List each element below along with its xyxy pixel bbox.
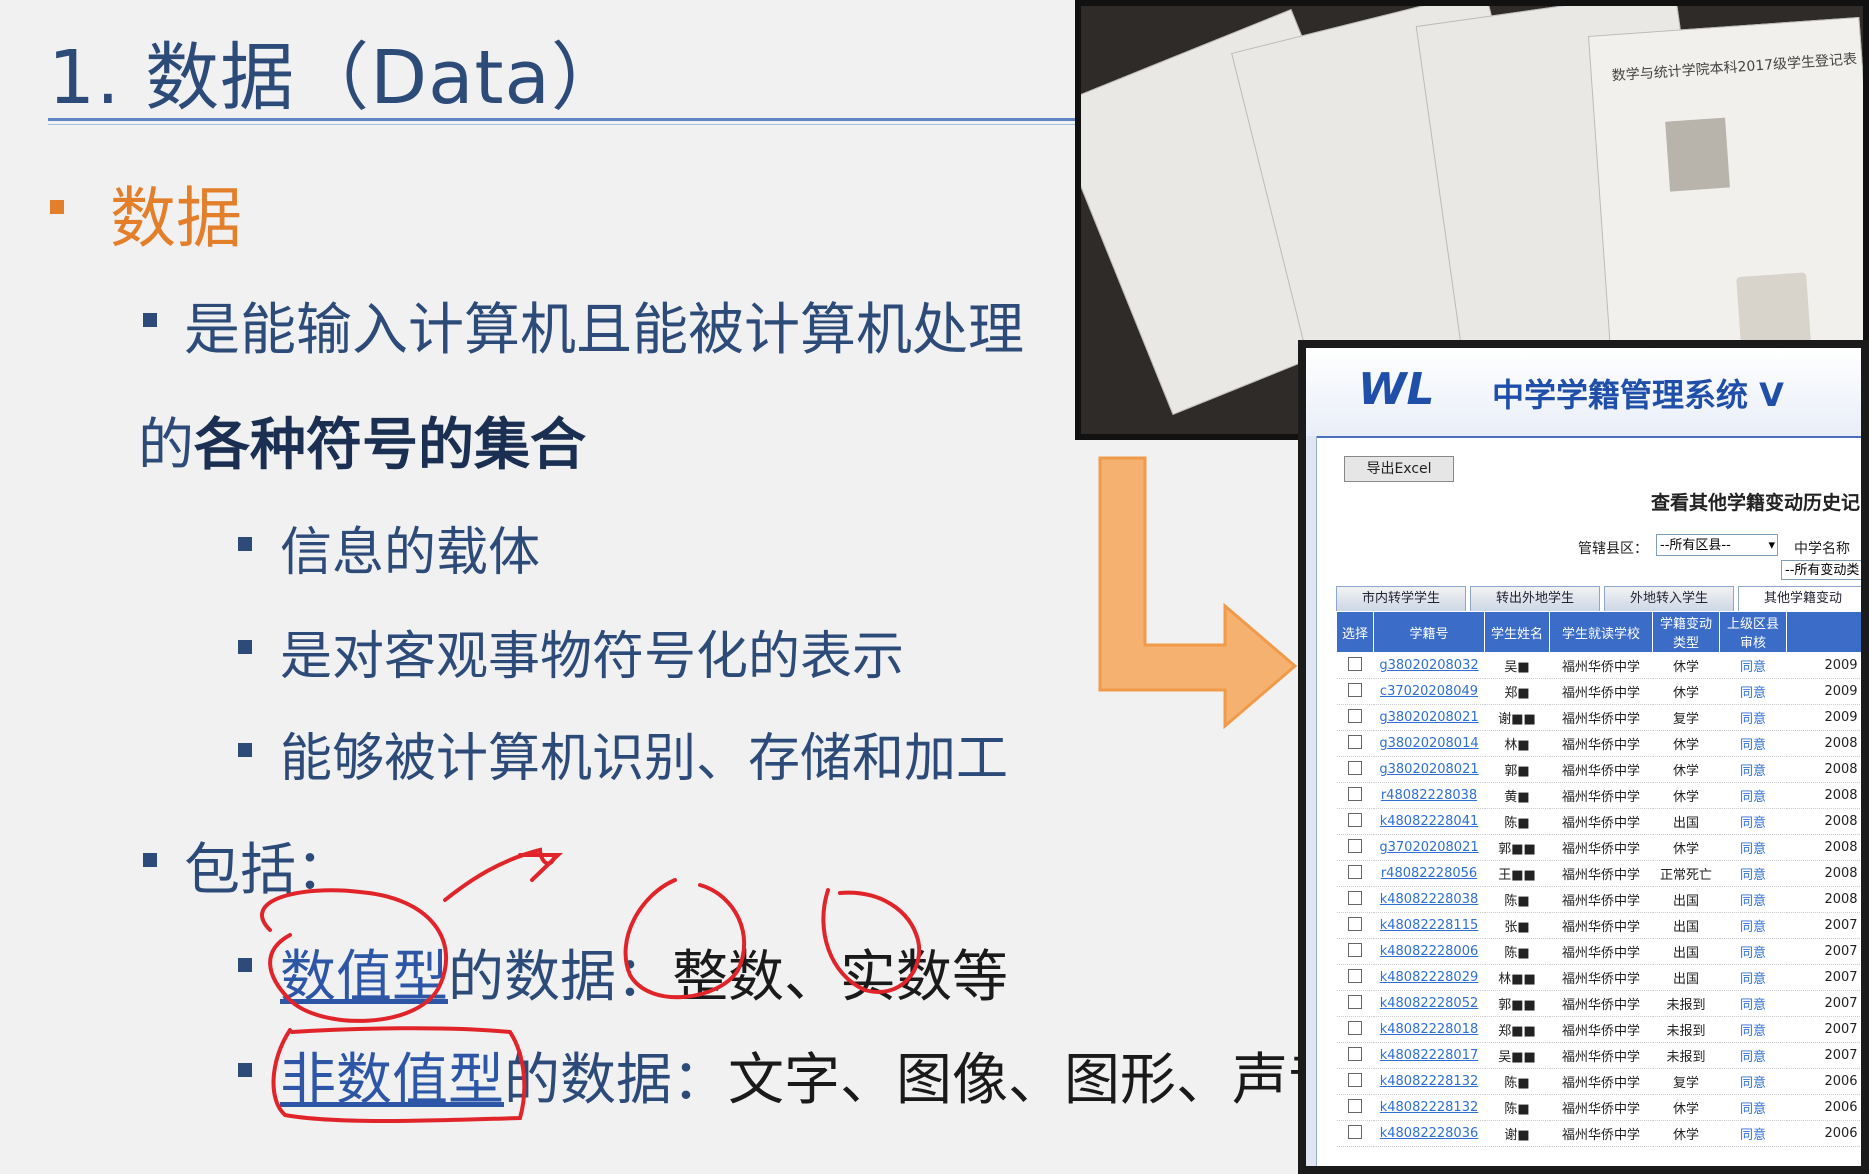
arrowhead-annotation (518, 853, 563, 882)
handwritten-annotations (260, 847, 922, 1124)
circle-annotation (623, 878, 747, 1000)
circle-annotation (821, 888, 922, 994)
box-annotation (271, 1026, 527, 1124)
circle-annotation (260, 888, 449, 1023)
annotation-strokes (260, 847, 922, 1124)
